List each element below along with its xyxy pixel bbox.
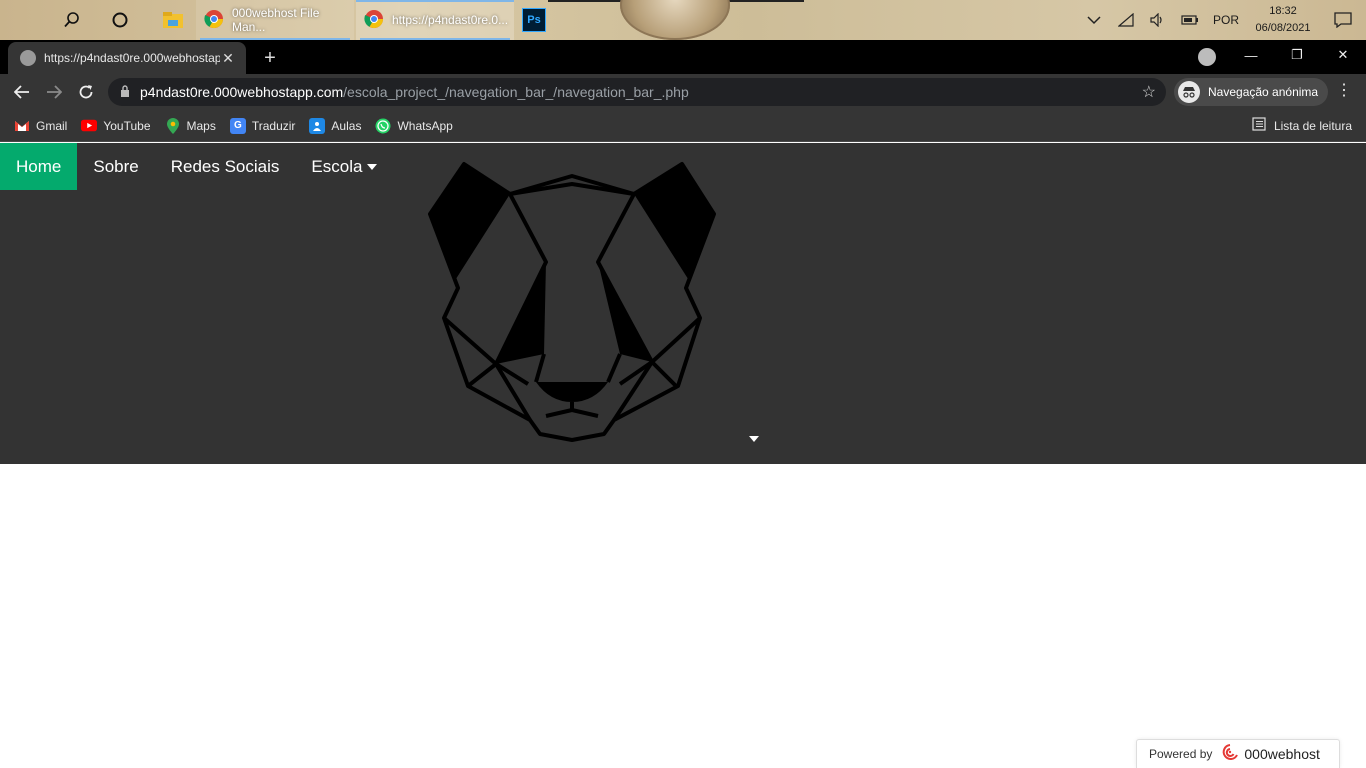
incognito-icon	[1178, 81, 1200, 103]
tab-title: https://p4ndast0re.000webhostapp.com	[44, 51, 220, 65]
nav-sobre[interactable]: Sobre	[77, 143, 154, 190]
nav-home[interactable]: Home	[0, 143, 78, 190]
back-button[interactable]	[6, 76, 38, 108]
new-tab-button[interactable]: +	[258, 46, 282, 70]
bookmark-star-icon[interactable]: ☆	[1142, 82, 1156, 102]
close-tab-icon[interactable]: ✕	[220, 50, 236, 67]
nav-label: Escola	[311, 156, 363, 176]
browser-toolbar: p4ndast0re.000webhostapp.com/escola_proj…	[0, 74, 1366, 110]
caret-down-icon[interactable]	[749, 436, 759, 442]
bookmark-gmail[interactable]: Gmail	[14, 118, 67, 134]
powered-label: Powered by	[1149, 747, 1213, 761]
bookmark-classroom[interactable]: Aulas	[309, 117, 362, 134]
taskbar-app-chrome-2[interactable]: https://p4ndast0re.0...	[356, 0, 514, 40]
close-window-button[interactable]: ✕	[1320, 40, 1366, 70]
tab-search-icon[interactable]	[1198, 48, 1216, 66]
volume-icon[interactable]	[1142, 0, 1174, 40]
chrome-icon	[204, 9, 224, 32]
nav-redes-sociais[interactable]: Redes Sociais	[155, 143, 296, 190]
file-explorer-icon[interactable]	[160, 0, 186, 40]
bookmark-label: YouTube	[103, 118, 151, 133]
chevron-up-icon[interactable]	[1078, 0, 1110, 40]
photoshop-icon[interactable]: Ps	[522, 8, 546, 32]
search-icon[interactable]	[58, 0, 86, 40]
bookmark-label: Traduzir	[251, 118, 296, 133]
reading-list-icon	[1252, 117, 1266, 134]
browser-tab[interactable]: https://p4ndast0re.000webhostapp.com ✕	[8, 42, 246, 74]
globe-icon	[20, 50, 36, 66]
bookmark-label: Aulas	[331, 118, 362, 133]
gmail-icon	[14, 118, 30, 134]
taskbar-app-chrome-1[interactable]: 000webhost File Man...	[196, 0, 354, 40]
bookmark-label: WhatsApp	[397, 118, 453, 133]
battery-icon[interactable]	[1174, 0, 1206, 40]
reading-list-button[interactable]: Lista de leitura	[1252, 117, 1352, 134]
nav-label: Redes Sociais	[170, 156, 280, 176]
taskbar-app-label: 000webhost File Man...	[232, 6, 320, 34]
restore-button[interactable]: ❐	[1274, 40, 1320, 70]
cortana-icon[interactable]	[106, 0, 134, 40]
bookmark-youtube[interactable]: YouTube	[81, 118, 151, 134]
more-menu-icon[interactable]: ⋮	[1334, 80, 1354, 100]
whatsapp-icon	[375, 118, 391, 134]
chrome-icon	[364, 9, 384, 32]
lock-icon	[120, 84, 130, 100]
incognito-label: Navegação anónima	[1208, 85, 1319, 99]
bookmarks-bar: Gmail YouTube Maps G Traduzir Aulas What…	[0, 110, 1366, 142]
clock[interactable]: 18:32 06/08/2021	[1246, 3, 1320, 37]
wallpaper-planet	[620, 0, 730, 40]
notification-icon[interactable]	[1320, 0, 1366, 40]
bookmark-whatsapp[interactable]: WhatsApp	[375, 118, 453, 134]
language-indicator[interactable]: POR	[1206, 13, 1246, 27]
clock-date: 06/08/2021	[1255, 22, 1311, 34]
reading-list-label: Lista de leitura	[1273, 118, 1352, 133]
clock-time: 18:32	[1269, 5, 1297, 17]
nav-label: Home	[16, 156, 62, 176]
classroom-icon	[309, 117, 326, 134]
taskbar-app-label: https://p4ndast0re.0...	[392, 13, 509, 27]
maps-icon	[165, 117, 181, 134]
brand-label: 000webhost	[1244, 746, 1320, 762]
bookmark-translate[interactable]: G Traduzir	[229, 117, 296, 134]
wifi-icon[interactable]	[1110, 0, 1142, 40]
bookmark-label: Gmail	[36, 118, 68, 133]
panda-logo	[428, 162, 716, 442]
bookmark-label: Maps	[186, 118, 216, 133]
nav-escola-dropdown[interactable]: Escola	[295, 143, 393, 190]
000webhost-logo-icon	[1220, 743, 1240, 766]
caret-down-icon	[367, 163, 378, 170]
bookmark-maps[interactable]: Maps	[165, 117, 216, 134]
reload-button[interactable]	[70, 76, 102, 108]
forward-button[interactable]	[38, 76, 70, 108]
url-path: /escola_project_/navegation_bar_/navegat…	[343, 84, 689, 100]
url-host: p4ndast0re.000webhostapp.com	[140, 84, 344, 100]
translate-icon: G	[229, 117, 246, 134]
incognito-indicator[interactable]: Navegação anónima	[1174, 78, 1329, 106]
powered-by-badge[interactable]: Powered by 000webhost	[1136, 739, 1340, 768]
window-controls: — ❐ ✕	[1228, 40, 1366, 70]
youtube-icon	[81, 118, 98, 134]
nav-label: Sobre	[93, 156, 139, 176]
windows-taskbar: 000webhost File Man... https://p4ndast0r…	[0, 0, 1366, 40]
address-bar[interactable]: p4ndast0re.000webhostapp.com/escola_proj…	[108, 78, 1166, 106]
minimize-button[interactable]: —	[1228, 40, 1274, 70]
browser-tab-strip: https://p4ndast0re.000webhostapp.com ✕ +	[0, 40, 1366, 74]
system-tray: POR 18:32 06/08/2021	[1078, 0, 1366, 40]
